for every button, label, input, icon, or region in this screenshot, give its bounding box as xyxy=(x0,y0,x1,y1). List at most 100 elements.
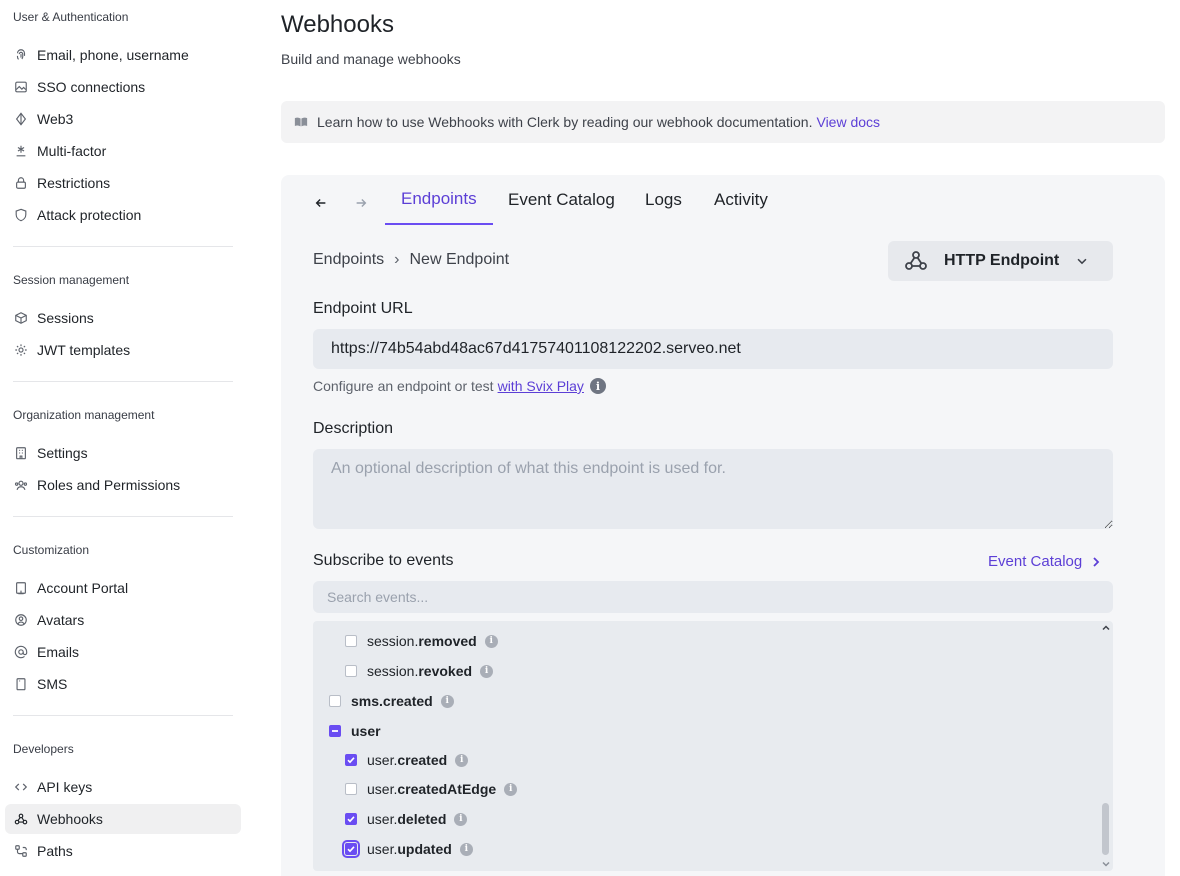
event-name: createdAtEdge xyxy=(397,781,497,797)
gear-icon xyxy=(13,342,29,358)
event-group-checkbox[interactable] xyxy=(329,725,341,737)
scroll-down-button[interactable] xyxy=(1100,857,1112,871)
event-checkbox[interactable] xyxy=(345,635,357,647)
sidebar-item-api-keys[interactable]: API keys xyxy=(5,772,241,802)
banner-text: Learn how to use Webhooks with Clerk by … xyxy=(317,114,813,130)
back-button[interactable] xyxy=(309,191,333,215)
description-field[interactable] xyxy=(313,449,1113,529)
event-name: deleted xyxy=(397,811,447,827)
sidebar-item-label: Web3 xyxy=(37,111,74,127)
webhook-icon xyxy=(904,249,928,273)
event-checkbox[interactable] xyxy=(345,754,357,766)
sidebar-item-label: Avatars xyxy=(37,612,85,628)
sidebar-item-label: SSO connections xyxy=(37,79,146,95)
sidebar-item-multi-factor[interactable]: Multi-factor xyxy=(5,136,241,166)
event-checkbox[interactable] xyxy=(345,813,357,825)
sidebar: User & Authentication Email, phone, user… xyxy=(0,0,246,876)
endpoint-url-input[interactable] xyxy=(313,329,1113,369)
event-catalog-link[interactable]: Event Catalog xyxy=(988,553,1102,570)
tab-endpoints[interactable]: Endpoints xyxy=(385,175,493,225)
sidebar-item-label: API keys xyxy=(37,779,93,795)
events-scrollbar-thumb[interactable] xyxy=(1102,803,1109,855)
info-icon[interactable]: i xyxy=(480,664,494,678)
info-icon[interactable]: i xyxy=(455,753,469,767)
sidebar-item-label: Paths xyxy=(37,843,73,859)
event-row-user-deleted[interactable]: user. deleted i xyxy=(345,807,468,831)
shield-icon xyxy=(13,207,29,223)
endpoint-url-label: Endpoint URL xyxy=(313,300,413,317)
breadcrumb-separator: › xyxy=(394,251,400,268)
tab-logs[interactable]: Logs xyxy=(629,175,698,225)
view-docs-link[interactable]: View docs xyxy=(816,114,880,130)
event-prefix: user. xyxy=(367,811,398,827)
sidebar-item-jwt-templates[interactable]: JWT templates xyxy=(5,335,241,365)
event-catalog-link-label: Event Catalog xyxy=(988,553,1083,570)
section-title-user-auth: User & Authentication xyxy=(13,10,129,24)
building-icon xyxy=(13,445,29,461)
event-prefix: session. xyxy=(367,633,419,649)
description-label: Description xyxy=(313,420,394,437)
section-title-organization-management: Organization management xyxy=(13,408,155,422)
event-row-user-updated[interactable]: user. updated i xyxy=(342,837,473,861)
breadcrumb-endpoints[interactable]: Endpoints xyxy=(313,251,384,269)
event-row-session-removed[interactable]: session. removed i xyxy=(345,629,498,653)
sidebar-item-web3[interactable]: Web3 xyxy=(5,104,241,134)
info-icon[interactable]: i xyxy=(484,634,498,648)
sidebar-item-sms[interactable]: SMS xyxy=(5,669,241,699)
helper-text-label: Configure an endpoint or test xyxy=(313,378,494,394)
sidebar-item-sso-connections[interactable]: SSO connections xyxy=(5,72,241,102)
info-icon[interactable]: i xyxy=(504,782,518,796)
search-events-input[interactable] xyxy=(313,581,1113,613)
sidebar-item-webhooks[interactable]: Webhooks xyxy=(5,804,241,834)
info-icon[interactable]: i xyxy=(459,842,473,856)
event-prefix: user. xyxy=(367,781,398,797)
page-subtitle: Build and manage webhooks xyxy=(281,51,461,67)
box-icon xyxy=(13,310,29,326)
section-title-session-management: Session management xyxy=(13,273,130,287)
event-checkbox[interactable] xyxy=(345,665,357,677)
tab-event-catalog[interactable]: Event Catalog xyxy=(492,175,631,225)
asterisk-icon xyxy=(13,143,29,159)
sidebar-divider xyxy=(13,246,233,247)
arrow-right-icon xyxy=(356,199,367,207)
code-icon xyxy=(13,779,29,795)
forward-button[interactable] xyxy=(349,191,373,215)
tab-activity[interactable]: Activity xyxy=(698,175,784,225)
sidebar-item-label: Restrictions xyxy=(37,175,111,191)
endpoint-type-select[interactable]: HTTP Endpoint xyxy=(888,241,1113,281)
sidebar-divider xyxy=(13,715,233,716)
svix-play-link[interactable]: with Svix Play xyxy=(498,378,584,394)
event-name: revoked xyxy=(418,663,473,679)
sidebar-item-emails[interactable]: Emails xyxy=(5,637,241,667)
info-icon[interactable]: i xyxy=(589,378,606,394)
event-group-user[interactable]: user xyxy=(329,719,381,743)
sidebar-item-account-portal[interactable]: Account Portal xyxy=(5,573,241,603)
sidebar-item-paths[interactable]: Paths xyxy=(5,836,241,866)
event-checkbox[interactable] xyxy=(345,783,357,795)
lock-icon xyxy=(13,175,29,191)
sidebar-item-email-phone-username[interactable]: Email, phone, username xyxy=(5,40,241,70)
event-checkbox[interactable] xyxy=(342,840,360,858)
info-icon[interactable]: i xyxy=(440,694,454,708)
sidebar-item-sessions[interactable]: Sessions xyxy=(5,303,241,333)
info-icon[interactable]: i xyxy=(454,812,468,826)
event-row-session-revoked[interactable]: session. revoked i xyxy=(345,659,494,683)
event-row-sms-created[interactable]: sms.created i xyxy=(329,689,454,713)
sidebar-item-label: Emails xyxy=(37,644,80,660)
webhooks-panel: Endpoints Event Catalog Logs Activity En… xyxy=(281,175,1165,876)
chevron-right-icon xyxy=(1093,556,1100,567)
event-name: removed xyxy=(418,633,477,649)
event-row-user-createdatedge[interactable]: user. createdAtEdge i xyxy=(345,777,518,801)
sidebar-divider xyxy=(13,381,233,382)
sidebar-item-restrictions[interactable]: Restrictions xyxy=(5,168,241,198)
sidebar-item-avatars[interactable]: Avatars xyxy=(5,605,241,635)
sidebar-item-settings[interactable]: Settings xyxy=(5,438,241,468)
event-checkbox[interactable] xyxy=(329,695,341,707)
sidebar-item-roles-permissions[interactable]: Roles and Permissions xyxy=(5,470,241,500)
chevron-down-icon xyxy=(1077,258,1087,265)
subscribe-events-label: Subscribe to events xyxy=(313,552,454,569)
event-row-user-created[interactable]: user. created i xyxy=(345,748,469,772)
section-title-developers: Developers xyxy=(13,742,74,756)
sidebar-item-attack-protection[interactable]: Attack protection xyxy=(5,200,241,230)
scroll-up-button[interactable] xyxy=(1100,621,1112,635)
